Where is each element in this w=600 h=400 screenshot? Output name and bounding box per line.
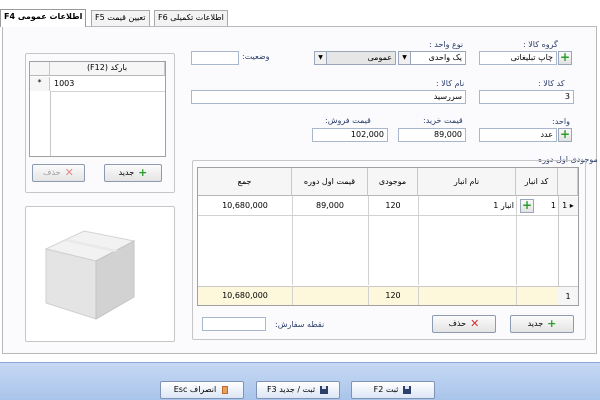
sell-price-field[interactable]: 102,000	[312, 128, 388, 142]
row-marker: *	[30, 77, 50, 91]
footer-total: 10,680,000	[222, 291, 268, 300]
barcode-cell[interactable]: 1003	[52, 78, 162, 90]
stock-new-button[interactable]: +جدید	[510, 315, 574, 333]
price-cell[interactable]: 89,000	[292, 197, 368, 215]
footer-index: 1	[558, 286, 578, 305]
plus-icon: +	[559, 50, 571, 64]
code-label: کد کالا :	[538, 79, 565, 88]
button-label: جدید	[527, 319, 544, 328]
status-field[interactable]	[191, 51, 239, 65]
barcode-new-button[interactable]: +جدید	[104, 164, 162, 182]
box-image	[44, 230, 136, 320]
unit-type-label: نوع واحد :	[429, 40, 464, 49]
buy-price-field[interactable]: 89,000	[398, 128, 466, 142]
footer-qty: 120	[385, 291, 401, 300]
x-icon: ✕	[64, 166, 74, 179]
tab-label: اطلاعات تکمیلی F6	[158, 13, 224, 22]
plus-icon: +	[138, 166, 148, 179]
tab-bar: اطلاعات تکمیلی F6 تعیین قیمت F5 اطلاعات …	[0, 0, 600, 27]
order-point-field[interactable]	[202, 317, 266, 331]
tab-label: تعیین قیمت F5	[95, 13, 146, 22]
name-label: نام کالا :	[436, 79, 465, 88]
code-field[interactable]: 3	[479, 90, 574, 104]
kind-value: عمومی	[367, 53, 392, 62]
barcode-delete-button[interactable]: ✕حذف	[32, 164, 85, 182]
stock-delete-button[interactable]: ✕حذف	[432, 315, 496, 333]
stock-code-header: کد انبار	[516, 168, 558, 196]
button-label: جدید	[118, 168, 135, 177]
chevron-down-icon: ▼	[399, 52, 411, 64]
barcode-row-header	[30, 62, 50, 76]
group-label: گروه کالا :	[523, 40, 558, 49]
save-new-button[interactable]: ثبت / جدید F3	[256, 381, 340, 399]
add-unit-button[interactable]: +	[558, 128, 572, 142]
add-warehouse-button[interactable]: +	[520, 199, 534, 213]
chevron-down-icon: ▼	[315, 52, 327, 64]
unit-type-select[interactable]: ▼ یک واحدی	[398, 51, 466, 65]
order-point-label: نقطه سفارش:	[275, 320, 325, 329]
plus-icon: +	[547, 317, 557, 330]
floppy-disk-icon	[320, 385, 329, 394]
quantity-cell[interactable]: 120	[368, 197, 418, 215]
tab-pricing[interactable]: تعیین قیمت F5	[91, 10, 150, 26]
button-label: ثبت / جدید F3	[266, 385, 316, 394]
tab-extra-info[interactable]: اطلاعات تکمیلی F6	[154, 10, 228, 26]
buy-price-label: قیمت خرید:	[423, 116, 463, 125]
stock-qty-header: موجودی	[368, 168, 418, 196]
plus-icon: +	[521, 198, 533, 212]
group-field[interactable]: چاپ تبلیغاتی	[479, 51, 557, 65]
stock-grid: کد انبار نام انبار موجودی قیمت اول دوره …	[197, 167, 579, 306]
save-button[interactable]: ثبت F2	[351, 381, 435, 399]
sell-price-label: قیمت فروش:	[325, 116, 371, 125]
add-group-button[interactable]: +	[558, 51, 572, 65]
cancel-button[interactable]: انصراف Esc	[160, 381, 244, 399]
kind-select[interactable]: ▼ عمومی	[314, 51, 396, 65]
button-label: حذف	[448, 319, 467, 328]
button-label: حذف	[43, 168, 61, 177]
unit-type-value: یک واحدی	[428, 53, 462, 62]
plus-icon: +	[559, 127, 571, 141]
name-field[interactable]: سررسید	[191, 90, 466, 104]
row-index: 1 ▸	[558, 197, 578, 215]
stock-price-header: قیمت اول دوره	[292, 168, 368, 196]
tab-general-info[interactable]: اطلاعات عمومی F4	[0, 9, 87, 27]
tab-label: اطلاعات عمومی F4	[4, 12, 83, 21]
warehouse-code-cell[interactable]: 1	[536, 197, 556, 215]
barcode-column-header: (F12) بارکد	[50, 62, 165, 76]
barcode-grid: (F12) بارکد * 1003	[29, 61, 166, 157]
button-label: انصراف Esc	[173, 385, 217, 394]
row-index-value: 1	[562, 201, 568, 210]
stock-total-header: جمع	[198, 168, 292, 196]
unit-label: واحد:	[552, 117, 570, 126]
product-image-panel	[25, 206, 175, 342]
status-label: وضعیت:	[242, 52, 270, 61]
button-label: ثبت F2	[373, 385, 399, 394]
x-icon: ✕	[470, 317, 480, 330]
floppy-disk-icon	[403, 385, 412, 394]
stock-index-header	[558, 168, 578, 196]
bottom-action-bar: انصراف Esc ثبت / جدید F3 ثبت F2	[0, 362, 600, 400]
stock-name-header: نام انبار	[418, 168, 516, 196]
total-cell: 10,680,000	[222, 201, 268, 210]
door-icon	[222, 385, 229, 394]
warehouse-name-cell[interactable]: انبار 1	[422, 197, 514, 215]
unit-field[interactable]: عدد	[479, 128, 557, 142]
